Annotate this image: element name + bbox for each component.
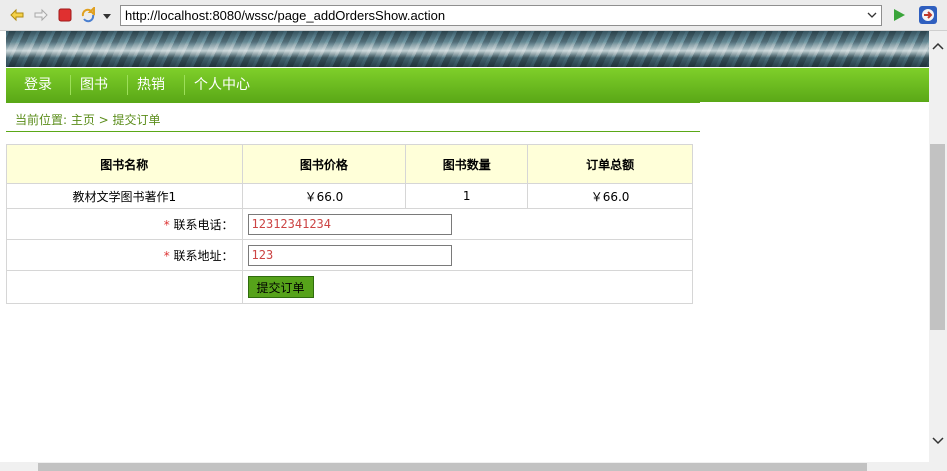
page-viewport: 登录 图书 热销 个人中心 当前位置: 主页 > 提交订单 图书名称 图书价格 … <box>0 31 929 462</box>
refresh-icon[interactable] <box>80 7 96 23</box>
horizontal-scrollbar[interactable] <box>0 462 947 471</box>
extension-icon[interactable] <box>918 5 938 25</box>
order-total-cell: ￥66.0 <box>527 183 693 209</box>
column-header-book-quantity: 图书数量 <box>405 144 529 184</box>
nav-item-login[interactable]: 登录 <box>24 68 52 102</box>
order-table: 图书名称 图书价格 图书数量 订单总额 教材文学图书著作1 ￥66.0 1 ￥6… <box>6 144 694 304</box>
url-bar[interactable]: http://localhost:8080/wssc/page_addOrder… <box>120 5 882 26</box>
submit-order-button[interactable]: 提交订单 <box>247 276 314 298</box>
nav-divider <box>184 75 185 95</box>
required-mark: * <box>163 248 170 263</box>
nav-item-profile[interactable]: 个人中心 <box>194 68 250 102</box>
phone-field-cell <box>241 208 694 240</box>
url-text[interactable]: http://localhost:8080/wssc/page_addOrder… <box>125 8 445 23</box>
phone-row: * 联系电话： <box>6 208 694 240</box>
breadcrumb-divider <box>6 131 700 132</box>
book-name-cell: 教材文学图书著作1 <box>6 183 243 209</box>
back-arrow-icon[interactable] <box>9 7 25 23</box>
go-icon[interactable] <box>891 7 907 23</box>
book-quantity-cell: 1 <box>405 183 529 209</box>
table-row: 教材文学图书著作1 ￥66.0 1 ￥66.0 <box>6 183 693 209</box>
book-price-cell: ￥66.0 <box>241 183 407 209</box>
address-input[interactable] <box>247 244 452 266</box>
nav-item-books[interactable]: 图书 <box>80 68 108 102</box>
nav-item-hot[interactable]: 热销 <box>137 68 165 102</box>
nav-divider <box>127 75 128 95</box>
phone-label-cell: * 联系电话： <box>6 208 243 240</box>
site-banner <box>6 31 929 67</box>
phone-input[interactable] <box>247 213 452 235</box>
horizontal-scrollbar-thumb[interactable] <box>38 463 867 471</box>
scroll-up-icon[interactable] <box>929 41 947 51</box>
scroll-down-icon[interactable] <box>929 435 947 447</box>
breadcrumb-divider <box>6 102 700 103</box>
address-field-cell <box>241 239 694 271</box>
column-header-order-total: 订单总额 <box>527 144 693 184</box>
forward-arrow-icon[interactable] <box>33 7 49 23</box>
column-header-book-price: 图书价格 <box>241 144 407 184</box>
address-label: 联系地址： <box>173 248 234 263</box>
browser-toolbar: http://localhost:8080/wssc/page_addOrder… <box>0 0 947 31</box>
main-nav: 登录 图书 热销 个人中心 <box>6 68 929 102</box>
submit-row: 提交订单 <box>6 270 694 304</box>
breadcrumb: 当前位置: 主页 > 提交订单 <box>15 113 161 127</box>
table-header-row: 图书名称 图书价格 图书数量 订单总额 <box>6 144 693 184</box>
stop-icon[interactable] <box>57 7 73 23</box>
submit-cell: 提交订单 <box>241 270 694 304</box>
phone-label: 联系电话： <box>173 217 234 232</box>
chevron-down-icon[interactable] <box>867 10 877 20</box>
dropdown-icon[interactable] <box>102 12 112 20</box>
vertical-scrollbar-thumb[interactable] <box>930 144 945 330</box>
nav-divider <box>70 75 71 95</box>
address-row: * 联系地址： <box>6 239 694 271</box>
address-label-cell: * 联系地址： <box>6 239 243 271</box>
empty-cell <box>6 270 243 304</box>
vertical-scrollbar[interactable] <box>929 31 947 462</box>
required-mark: * <box>163 217 170 232</box>
column-header-book-name: 图书名称 <box>6 144 243 184</box>
